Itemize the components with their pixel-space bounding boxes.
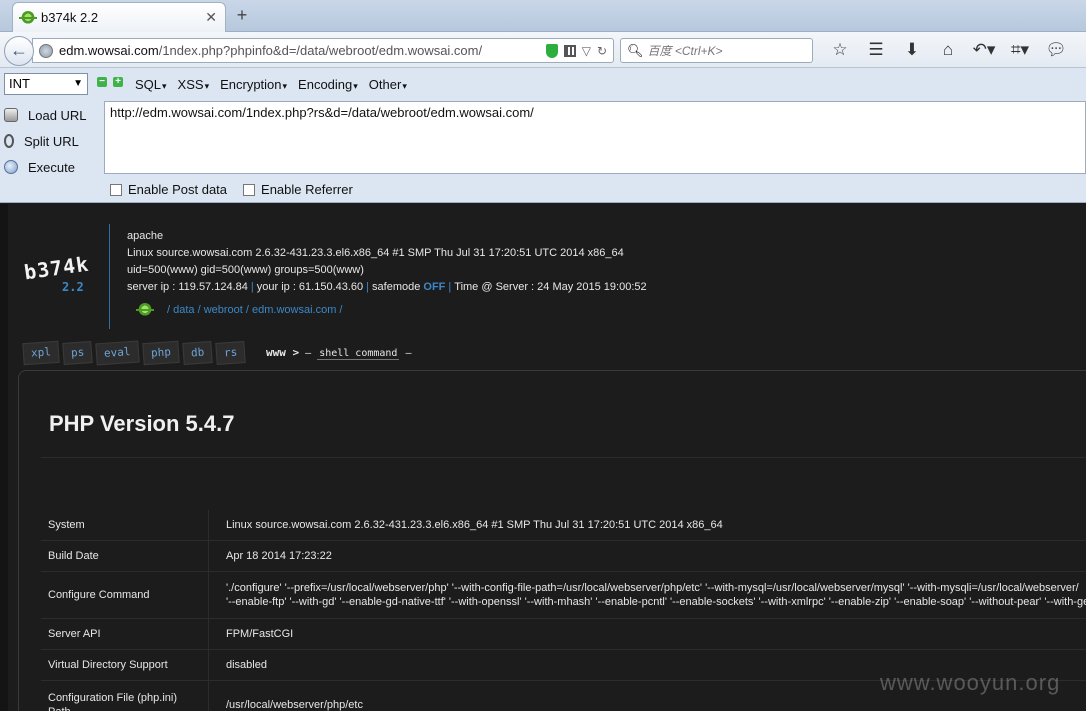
- new-tab-button[interactable]: +: [232, 5, 252, 26]
- load-url-icon: [4, 108, 18, 122]
- shell-command-input[interactable]: shell command: [317, 348, 400, 360]
- home-icon[interactable]: ⌂: [930, 40, 966, 60]
- user-ids: uid=500(www) gid=500(www) groups=500(www…: [127, 264, 364, 276]
- browser-tab[interactable]: b374k 2.2 ✕: [12, 2, 226, 32]
- tab-ps[interactable]: ps: [62, 341, 93, 365]
- bookmark-star-icon[interactable]: ☆: [822, 40, 858, 60]
- tab-eval[interactable]: eval: [95, 340, 140, 366]
- shell-tabs: xpl ps eval php db rs: [22, 340, 246, 366]
- server-info: apache Linux source.wowsai.com 2.6.32-43…: [127, 228, 647, 296]
- close-tab-icon[interactable]: ✕: [205, 9, 217, 26]
- navigation-bar: edm.wowsai.com/1ndex.php?phpinfo&d=/data…: [0, 32, 1086, 68]
- phpinfo-panel: PHP Version 5.4.7 System Linux source.wo…: [18, 370, 1086, 711]
- url-text[interactable]: edm.wowsai.com/1ndex.php?phpinfo&d=/data…: [59, 43, 546, 58]
- menu-other[interactable]: Other: [369, 77, 407, 92]
- reload-icon[interactable]: ↻: [597, 44, 607, 58]
- uname: Linux source.wowsai.com 2.6.32-431.23.3.…: [127, 247, 624, 259]
- chat-icon[interactable]: 💬︎: [1038, 40, 1074, 60]
- php-version-title: PHP Version 5.4.7: [49, 411, 235, 436]
- dropdown-arrow-icon[interactable]: ▽: [582, 44, 591, 58]
- execute-button[interactable]: Execute: [0, 154, 104, 180]
- table-row: Configure Command './configure' '--prefi…: [41, 572, 1086, 619]
- table-row: System Linux source.wowsai.com 2.6.32-43…: [41, 510, 1086, 541]
- ip-line: server ip : 119.57.124.84 | your ip : 61.1…: [127, 281, 647, 293]
- shell-prompt[interactable]: www > – shell command –: [266, 346, 412, 360]
- search-icon: 🔍︎: [627, 42, 644, 58]
- tab-strip: b374k 2.2 ✕ +: [0, 0, 1086, 32]
- menu-xss[interactable]: XSS: [178, 77, 210, 92]
- enable-referrer-checkbox[interactable]: Enable Referrer: [243, 182, 353, 197]
- shell-version: 2.2: [62, 280, 84, 294]
- crop-icon[interactable]: ⌗▾: [1002, 40, 1038, 60]
- history-back-icon[interactable]: ↶▾: [966, 40, 1002, 60]
- bug-icon: [136, 303, 154, 317]
- divider: [109, 224, 110, 329]
- watermark: www.wooyun.org: [880, 670, 1061, 695]
- bug-favicon-icon: [19, 10, 37, 25]
- minus-icon[interactable]: −: [97, 77, 107, 87]
- tab-db[interactable]: db: [181, 341, 213, 365]
- menu-encoding[interactable]: Encoding: [298, 77, 358, 92]
- enable-post-checkbox[interactable]: Enable Post data: [110, 182, 227, 197]
- load-url-button[interactable]: Load URL: [0, 102, 104, 128]
- table-row: Server API FPM/FastCGI: [41, 619, 1086, 650]
- tab-php[interactable]: php: [141, 340, 180, 366]
- shield-icon[interactable]: [545, 43, 558, 58]
- play-icon: [4, 160, 18, 174]
- menu-sql[interactable]: SQL: [135, 77, 167, 92]
- split-url-button[interactable]: Split URL: [0, 128, 104, 154]
- tab-xpl[interactable]: xpl: [22, 340, 60, 366]
- tab-title: b374k 2.2: [41, 10, 99, 25]
- search-bar[interactable]: 🔍︎ 百度 <Ctrl+K>: [620, 38, 813, 63]
- qr-code-icon[interactable]: [563, 44, 576, 57]
- current-path: / data / webroot / edm.wowsai.com /: [136, 303, 342, 317]
- search-placeholder: 百度 <Ctrl+K>: [647, 44, 723, 58]
- globe-icon: [39, 43, 53, 58]
- url-bar[interactable]: edm.wowsai.com/1ndex.php?phpinfo&d=/data…: [32, 38, 614, 63]
- plus-icon[interactable]: +: [113, 77, 123, 87]
- table-row: Build Date Apr 18 2014 17:23:22: [41, 541, 1086, 572]
- path-link[interactable]: / data / webroot / edm.wowsai.com /: [167, 304, 342, 316]
- chevron-down-icon: ▼: [73, 78, 83, 89]
- scissors-icon: [4, 134, 14, 148]
- hackbar-panel: INT▼ − + SQL XSS Encryption Encoding Oth…: [0, 68, 1086, 203]
- back-button[interactable]: ←: [4, 36, 34, 66]
- bookmarks-list-icon[interactable]: ☰: [858, 40, 894, 60]
- tab-rs[interactable]: rs: [215, 341, 246, 365]
- download-icon[interactable]: ⬇: [894, 40, 930, 60]
- int-select[interactable]: INT ▼: [4, 73, 88, 95]
- hackbar-url-textarea[interactable]: http://edm.wowsai.com/1ndex.php?rs&d=/da…: [104, 101, 1086, 174]
- menu-encryption[interactable]: Encryption: [220, 77, 287, 92]
- page-content: b374k 2.2 apache Linux source.wowsai.com…: [0, 204, 1086, 711]
- server-software: apache: [127, 230, 164, 242]
